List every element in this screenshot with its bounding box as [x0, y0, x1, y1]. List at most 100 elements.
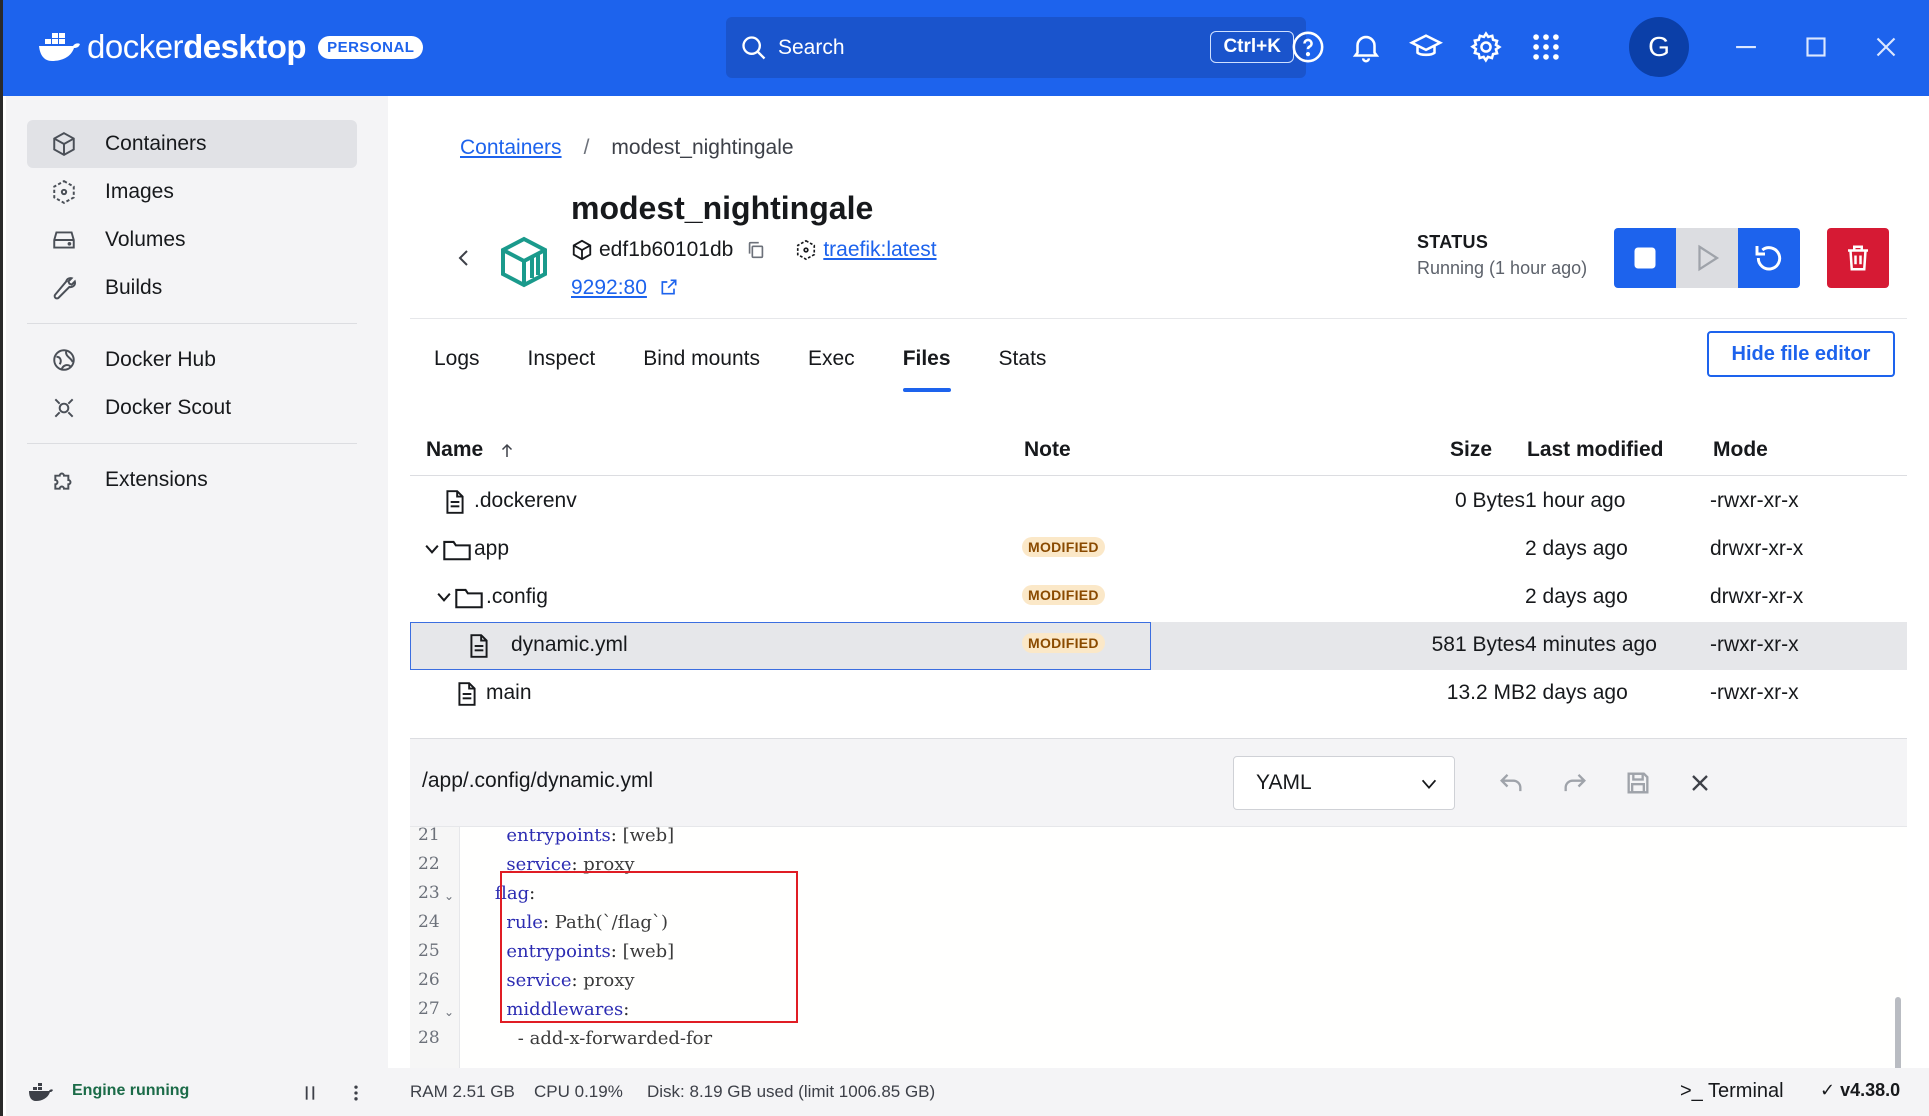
sidebar-item-builds[interactable]: Builds	[27, 264, 357, 312]
status-value: Running (1 hour ago)	[1417, 258, 1588, 278]
tab-files[interactable]: Files	[879, 334, 975, 392]
copy-icon[interactable]	[745, 239, 767, 261]
help-icon[interactable]	[1291, 30, 1325, 64]
port-link[interactable]: 9292:80	[571, 276, 647, 299]
plan-badge: PERSONAL	[318, 35, 424, 59]
sidebar-item-docker-hub[interactable]: Docker Hub	[27, 336, 357, 384]
notifications-bell-icon[interactable]	[1349, 30, 1383, 64]
sidebar-item-label: Docker Hub	[105, 348, 216, 371]
sidebar-item-label: Builds	[105, 276, 163, 299]
sort-ascending-icon[interactable]	[498, 442, 516, 460]
column-last-modified[interactable]: Last modified	[1527, 438, 1664, 462]
delete-button[interactable]	[1827, 228, 1889, 288]
search-icon	[742, 35, 766, 59]
redo-icon[interactable]	[1561, 769, 1589, 797]
chevron-down-icon[interactable]	[434, 587, 454, 607]
docker-hub-icon	[53, 349, 75, 371]
sidebar-item-containers[interactable]: Containers	[27, 120, 357, 168]
file-size: 0 Bytes	[1454, 489, 1525, 512]
column-note: Note	[1024, 438, 1071, 461]
apps-grid-icon[interactable]	[1529, 30, 1563, 64]
settings-gear-icon[interactable]	[1469, 30, 1503, 64]
search-placeholder: Search	[778, 35, 845, 59]
language-select[interactable]: YAML	[1233, 756, 1455, 810]
pause-icon[interactable]	[300, 1083, 320, 1103]
breadcrumb-current: modest_nightingale	[611, 136, 794, 159]
trash-icon	[1848, 245, 1868, 271]
close-editor-icon[interactable]	[1686, 769, 1714, 797]
start-button[interactable]	[1676, 228, 1738, 288]
maximize-icon[interactable]	[1799, 30, 1833, 64]
stop-button[interactable]	[1614, 228, 1676, 288]
sidebar-divider	[27, 323, 357, 324]
save-icon[interactable]	[1624, 769, 1652, 797]
file-size: 581 Bytes	[1431, 633, 1525, 656]
tab-inspect[interactable]: Inspect	[504, 334, 620, 392]
line-number: 25	[418, 941, 440, 961]
disk-usage: Disk: 8.19 GB used (limit 1006.85 GB)	[647, 1082, 936, 1101]
file-modified: 2 days ago	[1525, 585, 1628, 608]
folder-row[interactable]: .config MODIFIED 2 days ago drwxr-xr-x	[410, 574, 1907, 622]
search-shortcut: Ctrl+K	[1210, 31, 1294, 63]
container-id: edf1b60101db	[599, 238, 734, 261]
file-mode: drwxr-xr-x	[1710, 537, 1804, 560]
extensions-puzzle-icon	[54, 472, 72, 490]
restart-button[interactable]	[1738, 228, 1800, 288]
folder-icon	[443, 540, 471, 561]
title-bar: dockerdesktop PERSONAL Search Ctrl+K G	[3, 0, 1929, 96]
docker-desktop-window: dockerdesktop PERSONAL Search Ctrl+K G C…	[0, 0, 1929, 1116]
sidebar-item-images[interactable]: Images	[27, 168, 357, 216]
column-mode[interactable]: Mode	[1713, 438, 1768, 462]
restart-icon	[1755, 246, 1782, 271]
builds-wrench-icon	[53, 277, 76, 300]
minimize-icon[interactable]	[1729, 30, 1763, 64]
undo-icon[interactable]	[1497, 769, 1525, 797]
sidebar-item-label: Docker Scout	[105, 396, 232, 419]
tab-stats[interactable]: Stats	[975, 334, 1071, 392]
language-select-value: YAML	[1256, 771, 1312, 794]
sidebar-item-docker-scout[interactable]: Docker Scout	[27, 384, 357, 432]
column-size[interactable]: Size	[1450, 438, 1492, 462]
file-name: .config	[486, 585, 548, 608]
file-size: 13.2 MB	[1446, 681, 1525, 704]
file-name: dynamic.yml	[511, 633, 628, 656]
container-tabs: Logs Inspect Bind mounts Exec Files Stat…	[410, 334, 1070, 394]
container-id-icon	[572, 239, 592, 261]
more-options-icon[interactable]	[346, 1083, 366, 1103]
file-modified: 2 days ago	[1525, 537, 1628, 560]
tab-exec[interactable]: Exec	[784, 334, 879, 392]
file-row[interactable]: main 13.2 MB 2 days ago -rwxr-xr-x	[410, 670, 1907, 718]
terminal-button[interactable]: >_ Terminal	[1680, 1080, 1784, 1103]
fold-chevron-icon[interactable]: ⌄	[444, 889, 454, 903]
file-modified: 4 minutes ago	[1525, 633, 1657, 656]
user-avatar[interactable]: G	[1629, 17, 1689, 77]
file-modified: 1 hour ago	[1525, 489, 1626, 512]
sidebar-item-extensions[interactable]: Extensions	[27, 456, 357, 504]
line-number: 27	[418, 999, 440, 1019]
file-mode: drwxr-xr-x	[1710, 585, 1804, 608]
tab-logs[interactable]: Logs	[410, 334, 504, 392]
container-image-link[interactable]: traefik:latest	[823, 238, 936, 262]
files-table-header: Name Note Size Last modified Mode	[410, 426, 1907, 476]
fold-chevron-icon[interactable]: ⌄	[444, 1005, 454, 1019]
sidebar-item-volumes[interactable]: Volumes	[27, 216, 357, 264]
tab-bind-mounts[interactable]: Bind mounts	[619, 334, 784, 392]
chevron-down-icon[interactable]	[422, 539, 442, 559]
cpu-usage: CPU 0.19%	[534, 1082, 623, 1101]
file-row-selected[interactable]: dynamic.yml MODIFIED 581 Bytes 4 minutes…	[410, 622, 1907, 670]
check-icon: ✓	[1820, 1080, 1836, 1100]
back-chevron-icon[interactable]	[452, 246, 476, 270]
stop-icon	[1634, 247, 1656, 269]
close-window-icon[interactable]	[1869, 30, 1903, 64]
folder-row[interactable]: app MODIFIED 2 days ago drwxr-xr-x	[410, 526, 1907, 574]
column-name[interactable]: Name	[426, 438, 483, 462]
file-mode: -rwxr-xr-x	[1710, 681, 1799, 704]
breadcrumb-containers-link[interactable]: Containers	[460, 136, 562, 159]
hide-file-editor-button[interactable]: Hide file editor	[1707, 331, 1895, 377]
version-label[interactable]: ✓ v4.38.0	[1820, 1080, 1900, 1101]
global-search-bar[interactable]: Search Ctrl+K	[726, 17, 1306, 78]
container-name: modest_nightingale	[571, 190, 874, 226]
file-row[interactable]: .dockerenv 0 Bytes 1 hour ago -rwxr-xr-x	[410, 478, 1907, 526]
external-link-icon[interactable]	[659, 277, 679, 297]
learning-center-icon[interactable]	[1409, 30, 1443, 64]
